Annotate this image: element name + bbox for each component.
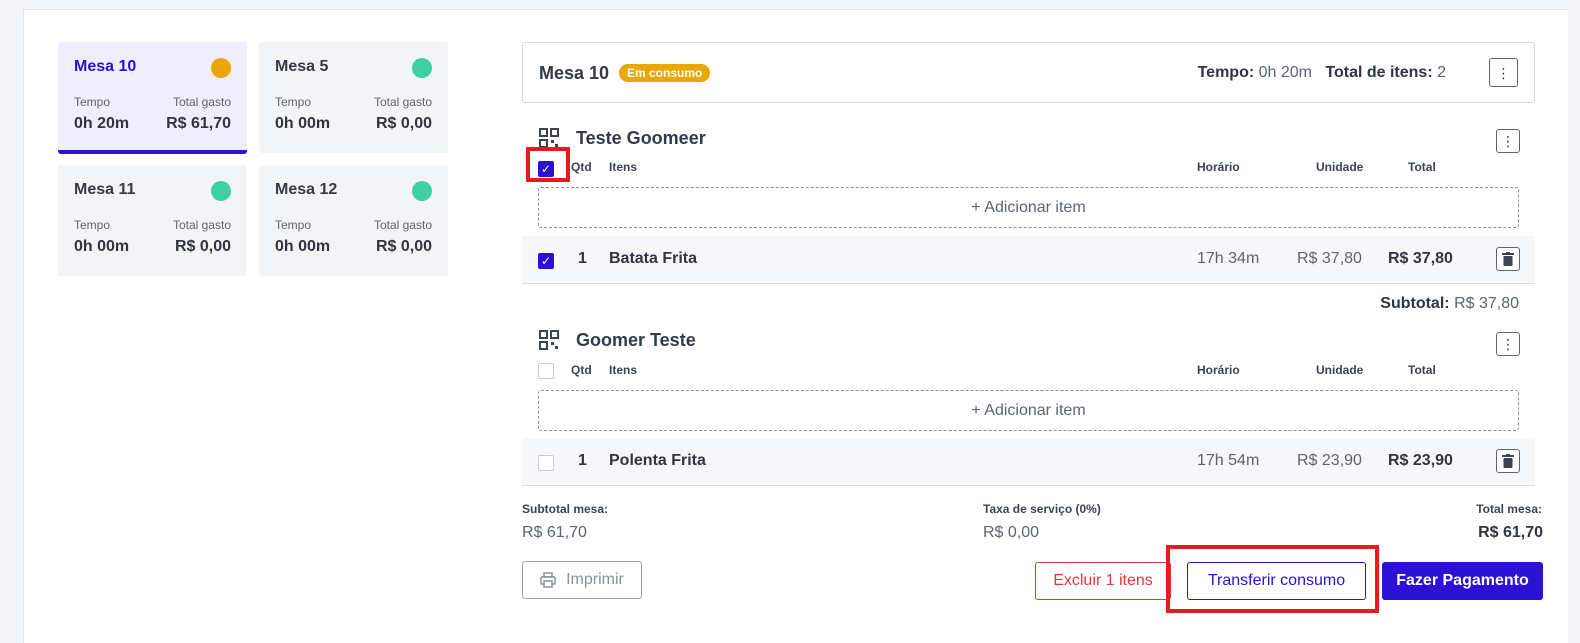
item-checkbox[interactable] [538, 455, 554, 471]
total-value: R$ 61,70 [1478, 524, 1543, 541]
column-header-items: Itens [609, 363, 638, 377]
column-header-qty: Qtd [571, 363, 592, 377]
column-header-unit: Unidade [1316, 160, 1364, 174]
total-value: R$ 0,00 [375, 238, 432, 255]
column-header-total: Total [1408, 363, 1436, 377]
service-fee-label: Taxa de serviço (0%) [983, 502, 1101, 516]
item-total: R$ 23,90 [1388, 452, 1453, 469]
table-name: Mesa 5 [275, 58, 329, 75]
table-row[interactable]: 1 Polenta Frita 17h 54m R$ 23,90 R$ 23,9… [522, 438, 1535, 486]
trash-icon[interactable] [1496, 247, 1520, 271]
group-title: Teste Goomeer [576, 128, 706, 148]
add-item-button[interactable]: + Adicionar item [538, 187, 1519, 228]
status-dot [211, 181, 231, 201]
total-label: Total gasto [373, 218, 432, 232]
column-header-time: Horário [1197, 160, 1240, 174]
total-label: Total mesa: [1476, 502, 1542, 516]
subtotal-value: R$ 61,70 [522, 524, 587, 541]
item-total: R$ 37,80 [1388, 250, 1453, 267]
more-options-icon[interactable]: ⋮ [1489, 58, 1518, 87]
column-header-unit: Unidade [1316, 363, 1364, 377]
table-name: Mesa 12 [275, 181, 338, 198]
table-card-mesa-12[interactable]: Mesa 12 Tempo Total gasto 0h 00m R$ 0,00 [259, 165, 448, 276]
trash-icon[interactable] [1496, 449, 1520, 473]
column-header-time: Horário [1197, 363, 1240, 377]
total-value: R$ 0,00 [174, 238, 231, 255]
item-time: 17h 34m [1197, 250, 1260, 267]
table-header: Mesa 10 Em consumo Tempo: 0h 20m Total d… [522, 42, 1535, 103]
total-value: R$ 0,00 [375, 115, 432, 132]
time-label: Tempo [74, 95, 111, 109]
printer-icon [540, 572, 556, 588]
select-all-checkbox[interactable] [538, 363, 554, 379]
qr-code-icon [539, 128, 559, 148]
status-badge: Em consumo [619, 64, 711, 82]
group-options-icon[interactable]: ⋮ [1496, 332, 1520, 356]
table-row[interactable]: ✓ 1 Batata Frita 17h 34m R$ 37,80 R$ 37,… [522, 236, 1535, 284]
item-name: Polenta Frita [609, 452, 706, 469]
print-label: Imprimir [566, 571, 624, 588]
table-card-mesa-11[interactable]: Mesa 11 Tempo Total gasto 0h 00m R$ 0,00 [58, 165, 247, 276]
time-value: 0h 20m [74, 115, 130, 132]
page-title: Mesa 10 [539, 63, 610, 83]
table-name: Mesa 10 [74, 58, 137, 75]
time-summary: Tempo: 0h 20m [1197, 64, 1312, 81]
table-card-mesa-10[interactable]: Mesa 10 Tempo Total gasto 0h 20m R$ 61,70 [58, 42, 247, 154]
time-value: 0h 00m [275, 115, 331, 132]
item-qty: 1 [578, 452, 587, 469]
group-options-icon[interactable]: ⋮ [1496, 129, 1520, 153]
column-header-total: Total [1408, 160, 1436, 174]
highlight-box [526, 147, 570, 182]
highlight-box [1166, 545, 1379, 613]
time-label: Tempo [275, 95, 312, 109]
status-dot [412, 181, 432, 201]
column-header-items: Itens [609, 160, 638, 174]
table-card-mesa-5[interactable]: Mesa 5 Tempo Total gasto 0h 00m R$ 0,00 [259, 42, 448, 153]
subtotal-label: Subtotal mesa: [522, 502, 609, 516]
column-header-qty: Qtd [571, 160, 592, 174]
qr-code-icon [539, 330, 559, 350]
items-summary: Total de itens: 2 [1325, 64, 1446, 81]
item-qty: 1 [578, 250, 587, 267]
status-dot [412, 58, 432, 78]
item-checkbox[interactable]: ✓ [538, 253, 554, 269]
time-label: Tempo [74, 218, 111, 232]
add-item-button[interactable]: + Adicionar item [538, 390, 1519, 431]
make-payment-button[interactable]: Fazer Pagamento [1382, 562, 1543, 600]
table-name: Mesa 11 [74, 181, 136, 198]
group-title: Goomer Teste [576, 330, 696, 350]
time-value: 0h 00m [74, 238, 130, 255]
item-unit-price: R$ 37,80 [1297, 250, 1362, 267]
delete-items-button[interactable]: Excluir 1 itens [1035, 562, 1171, 600]
time-value: 0h 00m [275, 238, 331, 255]
total-label: Total gasto [172, 218, 231, 232]
total-value: R$ 61,70 [166, 115, 231, 132]
group-subtotal: Subtotal: R$ 37,80 [1380, 295, 1519, 312]
total-label: Total gasto [373, 95, 432, 109]
time-label: Tempo [275, 218, 312, 232]
item-time: 17h 54m [1197, 452, 1260, 469]
item-unit-price: R$ 23,90 [1297, 452, 1362, 469]
print-button[interactable]: Imprimir [522, 561, 642, 599]
status-dot [211, 58, 231, 78]
item-name: Batata Frita [609, 250, 698, 267]
total-label: Total gasto [172, 95, 231, 109]
service-fee-value: R$ 0,00 [983, 524, 1040, 541]
